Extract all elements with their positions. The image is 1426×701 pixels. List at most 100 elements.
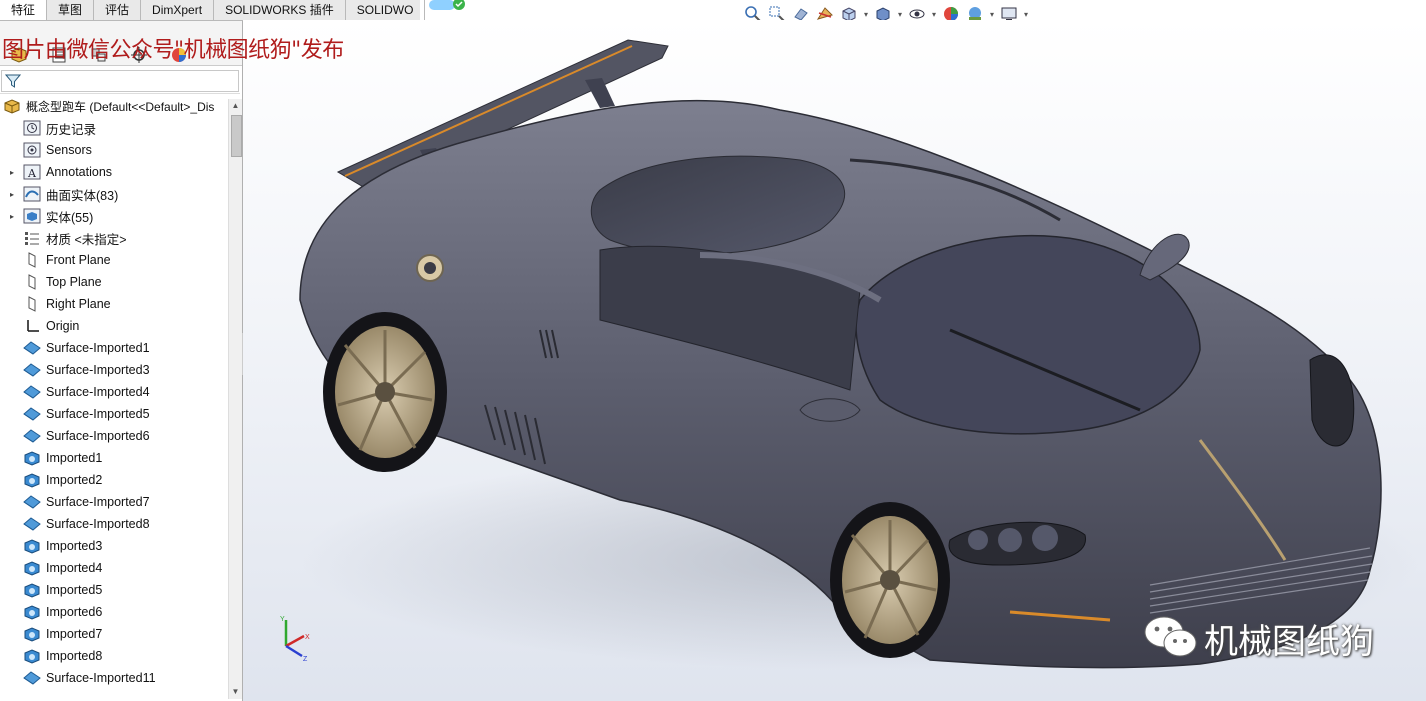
expand-arrow-icon[interactable]: ▸: [2, 190, 22, 199]
tree-filter-input[interactable]: [1, 70, 239, 92]
chevron-down-icon[interactable]: ▾: [930, 10, 938, 19]
tree-item[interactable]: Imported7: [0, 623, 228, 645]
surface-imported-icon: [22, 361, 42, 379]
tree-vertical-scrollbar[interactable]: ▲ ▼: [228, 99, 242, 699]
tab-evaluate[interactable]: 评估: [94, 0, 142, 20]
triad-y-label: Y: [280, 616, 285, 623]
tree-item-label: Imported6: [46, 605, 103, 619]
origin-icon: [22, 317, 42, 335]
tree-item-label: Imported4: [46, 561, 103, 575]
tree-item-label: Surface-Imported1: [46, 341, 150, 355]
tree-item[interactable]: Sensors: [0, 139, 228, 161]
tree-item[interactable]: 材质 <未指定>: [0, 227, 228, 249]
tree-item[interactable]: Imported2: [0, 469, 228, 491]
chevron-down-icon[interactable]: ▾: [896, 10, 904, 19]
graphics-viewport[interactable]: [243, 20, 1426, 701]
scroll-thumb[interactable]: [231, 115, 242, 157]
tree-item[interactable]: Imported6: [0, 601, 228, 623]
tab-dimxpert[interactable]: DimXpert: [141, 0, 215, 20]
tree-item[interactable]: Imported1: [0, 447, 228, 469]
part-icon: [2, 97, 22, 115]
tree-item[interactable]: Imported3: [0, 535, 228, 557]
car-model[interactable]: [243, 20, 1426, 701]
tree-item-label: Imported8: [46, 649, 103, 663]
annotations-icon: A: [22, 163, 42, 181]
tree-item[interactable]: Surface-Imported4: [0, 381, 228, 403]
tree-item-label: 曲面实体(83): [46, 188, 119, 203]
tree-item-label: Right Plane: [46, 297, 111, 311]
sensors-icon: [22, 141, 42, 159]
tab-solidworks-addins[interactable]: SOLIDWORKS 插件: [214, 0, 346, 20]
scroll-up-icon[interactable]: ▲: [231, 101, 240, 111]
history-icon: [22, 119, 42, 137]
tree-item[interactable]: Surface-Imported7: [0, 491, 228, 513]
imported-solid-icon: [22, 471, 42, 489]
svg-text:A: A: [27, 167, 37, 180]
surface-imported-icon: [22, 383, 42, 401]
tree-item[interactable]: ▸ 曲面实体(83): [0, 183, 228, 205]
tab-sketch[interactable]: 草图: [47, 0, 95, 20]
feature-manager-panel: 概念型跑车 (Default<<Default>_Dis 历史记录 Sensors…: [0, 21, 243, 701]
plane-icon: [22, 295, 42, 313]
surface-imported-icon: [22, 669, 42, 687]
tree-item-label: 实体(55): [46, 210, 94, 225]
tree-item[interactable]: Top Plane: [0, 271, 228, 293]
tree-item[interactable]: Surface-Imported3: [0, 359, 228, 381]
tree-item[interactable]: Surface-Imported1: [0, 337, 228, 359]
tree-item[interactable]: Imported8: [0, 645, 228, 667]
chevron-down-icon[interactable]: ▾: [988, 10, 996, 19]
tree-item-label: 材质 <未指定>: [46, 232, 127, 247]
tree-item-label: Surface-Imported3: [46, 363, 150, 377]
tree-item-label: 历史记录: [46, 122, 97, 137]
surface-imported-icon: [22, 493, 42, 511]
tree-item[interactable]: Surface-Imported6: [0, 425, 228, 447]
tree-item[interactable]: Origin: [0, 315, 228, 337]
scroll-down-icon[interactable]: ▼: [231, 687, 240, 697]
tree-item[interactable]: 历史记录: [0, 117, 228, 139]
imported-solid-icon: [22, 581, 42, 599]
tab-solidworks-more[interactable]: SOLIDWO: [346, 0, 426, 20]
surface-imported-icon: [22, 427, 42, 445]
tree-item[interactable]: Surface-Imported5: [0, 403, 228, 425]
tree-item-label: Origin: [46, 319, 80, 333]
imported-solid-icon: [22, 537, 42, 555]
tree-item[interactable]: Surface-Imported11: [0, 667, 228, 689]
tab-features[interactable]: 特征: [0, 0, 48, 20]
imported-solid-icon: [22, 449, 42, 467]
tree-item-label: Imported7: [46, 627, 103, 641]
tree-item[interactable]: Front Plane: [0, 249, 228, 271]
chevron-down-icon[interactable]: ▾: [1022, 10, 1030, 19]
imported-solid-icon: [22, 625, 42, 643]
watermark-top-text: 图片由微信公众号"机械图纸狗"发布: [2, 38, 344, 63]
surface-imported-icon: [22, 339, 42, 357]
tree-item[interactable]: Surface-Imported8: [0, 513, 228, 535]
triad-z-label: Z: [303, 656, 308, 662]
tree-item[interactable]: Imported4: [0, 557, 228, 579]
tree-item-label: Surface-Imported7: [46, 495, 150, 509]
tree-item[interactable]: ▸ 实体(55): [0, 205, 228, 227]
tree-item[interactable]: ▸ A Annotations: [0, 161, 228, 183]
feature-tree: 概念型跑车 (Default<<Default>_Dis 历史记录 Sensors…: [0, 95, 228, 689]
tree-item-label: Surface-Imported6: [46, 429, 150, 443]
tree-item-label: Surface-Imported4: [46, 385, 150, 399]
tree-item[interactable]: Imported5: [0, 579, 228, 601]
imported-solid-icon: [22, 603, 42, 621]
tree-item-label: Imported2: [46, 473, 103, 487]
tree-item[interactable]: Right Plane: [0, 293, 228, 315]
triad-x-label: X: [305, 634, 310, 641]
tree-item-label: Surface-Imported11: [46, 671, 156, 685]
chevron-down-icon[interactable]: ▾: [862, 10, 870, 19]
tree-root-label: 概念型跑车 (Default<<Default>_Dis: [26, 99, 215, 114]
surface-bodies-icon: [22, 185, 42, 203]
tree-root-part[interactable]: 概念型跑车 (Default<<Default>_Dis: [0, 95, 228, 117]
plane-icon: [22, 273, 42, 291]
expand-arrow-icon[interactable]: ▸: [2, 168, 22, 177]
tree-item-label: Top Plane: [46, 275, 102, 289]
tree-item-label: Surface-Imported5: [46, 407, 150, 421]
expand-arrow-icon[interactable]: ▸: [2, 212, 22, 221]
surface-imported-icon: [22, 515, 42, 533]
watermark-bottom-text: 机械图纸狗: [1204, 622, 1374, 662]
imported-solid-icon: [22, 559, 42, 577]
imported-solid-icon: [22, 647, 42, 665]
filter-icon[interactable]: [5, 73, 21, 89]
